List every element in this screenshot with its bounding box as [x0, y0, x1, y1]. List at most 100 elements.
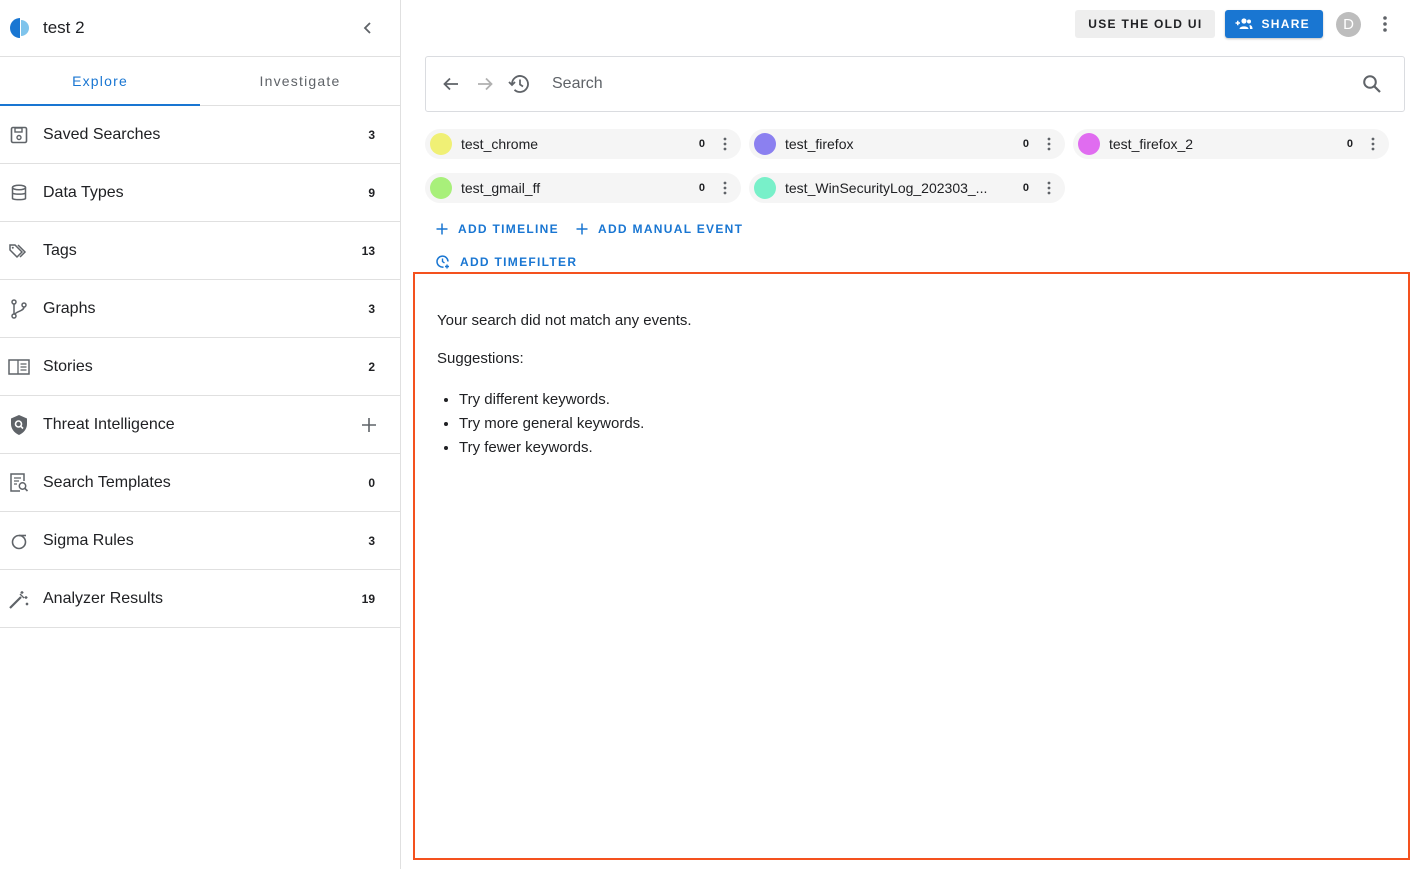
plus-icon — [436, 223, 448, 235]
sidebar-item-threat-intelligence[interactable]: Threat Intelligence — [0, 396, 400, 454]
share-button[interactable]: SHARE — [1225, 10, 1323, 38]
top-bar: USE THE OLD UI SHARE D — [1075, 10, 1399, 38]
search-icon — [1363, 75, 1381, 93]
timeline-color-dot[interactable] — [430, 133, 452, 155]
timeline-menu-button[interactable] — [717, 134, 733, 154]
sidebar-item-count: 0 — [368, 475, 375, 490]
sidebar-header: test 2 — [0, 0, 400, 57]
timeline-event-count: 0 — [1346, 138, 1353, 150]
add-timefilter-button[interactable]: ADD TIMEFILTER — [435, 254, 577, 269]
timeline-chip[interactable]: test_firefox 0 — [749, 129, 1065, 159]
save-icon — [8, 124, 30, 146]
sidebar-item-label: Tags — [43, 241, 77, 259]
timeline-name: test_WinSecurityLog_202303_... — [785, 180, 988, 196]
sidebar-item-label: Search Templates — [43, 473, 171, 491]
forward-button[interactable] — [468, 67, 502, 101]
sidebar-item-data-types[interactable]: Data Types 9 — [0, 164, 400, 222]
shield-icon — [8, 414, 30, 436]
suggestion-item: Try fewer keywords. — [459, 436, 1408, 460]
tags-icon — [8, 240, 30, 262]
more-vert-icon — [1047, 137, 1051, 151]
suggestions-list: Try different keywords. Try more general… — [437, 388, 1408, 460]
sidebar-item-stories[interactable]: Stories 2 — [0, 338, 400, 396]
timeline-chip[interactable]: test_firefox_2 0 — [1073, 129, 1389, 159]
more-vert-icon — [1047, 181, 1051, 195]
add-manual-event-button[interactable]: ADD MANUAL EVENT — [576, 222, 743, 236]
sidebar-item-count: 19 — [361, 591, 375, 606]
tab-explore[interactable]: Explore — [0, 57, 200, 106]
add-timefilter-label: ADD TIMEFILTER — [460, 254, 578, 269]
graph-icon — [8, 298, 30, 320]
more-vert-icon — [1383, 16, 1387, 32]
results-panel: Your search did not match any events. Su… — [413, 272, 1410, 860]
search-template-icon — [8, 472, 30, 494]
suggestion-item: Try more general keywords. — [459, 412, 1408, 436]
add-threat-intel-button[interactable] — [359, 415, 379, 435]
sidebar-item-count: 3 — [368, 533, 375, 548]
timeline-name: test_firefox_2 — [1109, 136, 1194, 152]
sidebar-item-tags[interactable]: Tags 13 — [0, 222, 400, 280]
sidebar-item-count: 13 — [361, 243, 375, 258]
timeline-menu-button[interactable] — [1365, 134, 1381, 154]
sidebar-item-label: Data Types — [43, 183, 124, 201]
more-vert-icon — [723, 181, 727, 195]
collapse-sidebar-button[interactable] — [352, 12, 384, 44]
more-vert-icon — [723, 137, 727, 151]
story-icon — [8, 356, 30, 378]
timeline-menu-button[interactable] — [717, 178, 733, 198]
sketch-title[interactable]: test 2 — [43, 18, 352, 38]
plus-icon — [362, 417, 376, 432]
no-results-message: Your search did not match any events. — [437, 312, 692, 329]
sigma-icon — [8, 530, 30, 552]
use-old-ui-button[interactable]: USE THE OLD UI — [1075, 10, 1216, 38]
sidebar-item-label: Threat Intelligence — [43, 415, 175, 433]
timeline-menu-button[interactable] — [1041, 134, 1057, 154]
timeline-chip[interactable]: test_WinSecurityLog_202303_... 0 — [749, 173, 1065, 203]
add-timeline-label: ADD TIMELINE — [458, 222, 559, 236]
back-button[interactable] — [434, 67, 468, 101]
history-icon — [508, 75, 529, 93]
chevron-left-icon — [363, 22, 371, 34]
timeline-color-dot[interactable] — [1078, 133, 1100, 155]
suggestions-title: Suggestions: — [437, 350, 524, 367]
sidebar-item-label: Saved Searches — [43, 125, 161, 143]
app-logo-icon[interactable] — [8, 16, 32, 40]
timeline-event-count: 0 — [1022, 138, 1029, 150]
group-add-icon — [1235, 18, 1253, 29]
timeline-event-count: 0 — [698, 138, 705, 150]
timeline-color-dot[interactable] — [754, 177, 776, 199]
sidebar-item-saved-searches[interactable]: Saved Searches 3 — [0, 106, 400, 164]
avatar[interactable]: D — [1336, 11, 1361, 37]
time-plus-icon — [436, 255, 449, 269]
sidebar: test 2 Explore Investigate Saved Searche… — [0, 0, 401, 869]
sidebar-tabs: Explore Investigate — [0, 57, 400, 106]
sidebar-item-sigma-rules[interactable]: Sigma Rules 3 — [0, 512, 400, 570]
timeline-event-count: 0 — [1022, 182, 1029, 194]
sidebar-item-count: 2 — [368, 359, 375, 374]
plus-icon — [576, 223, 588, 235]
search-bar — [425, 56, 1405, 112]
timeline-event-count: 0 — [698, 182, 705, 194]
magic-wand-icon — [8, 588, 30, 610]
timeline-chip[interactable]: test_gmail_ff 0 — [425, 173, 741, 203]
add-timeline-button[interactable]: ADD TIMELINE — [436, 222, 559, 236]
sidebar-item-analyzer-results[interactable]: Analyzer Results 19 — [0, 570, 400, 628]
timeline-chip[interactable]: test_chrome 0 — [425, 129, 741, 159]
sidebar-item-count: 3 — [368, 127, 375, 142]
tab-investigate[interactable]: Investigate — [200, 57, 400, 105]
timeline-name: test_firefox — [785, 136, 854, 152]
sidebar-item-search-templates[interactable]: Search Templates 0 — [0, 454, 400, 512]
timeline-name: test_gmail_ff — [461, 180, 541, 196]
arrow-right-icon — [478, 77, 493, 91]
timeline-color-dot[interactable] — [430, 177, 452, 199]
search-button[interactable] — [1352, 64, 1392, 104]
history-button[interactable] — [502, 67, 536, 101]
sidebar-item-graphs[interactable]: Graphs 3 — [0, 280, 400, 338]
timeline-color-dot[interactable] — [754, 133, 776, 155]
arrow-left-icon — [443, 77, 458, 91]
more-options-button[interactable] — [1371, 10, 1399, 38]
sidebar-item-count: 3 — [368, 301, 375, 316]
timeline-menu-button[interactable] — [1041, 178, 1057, 198]
sidebar-item-count: 9 — [368, 185, 375, 200]
search-input[interactable] — [552, 75, 1352, 93]
